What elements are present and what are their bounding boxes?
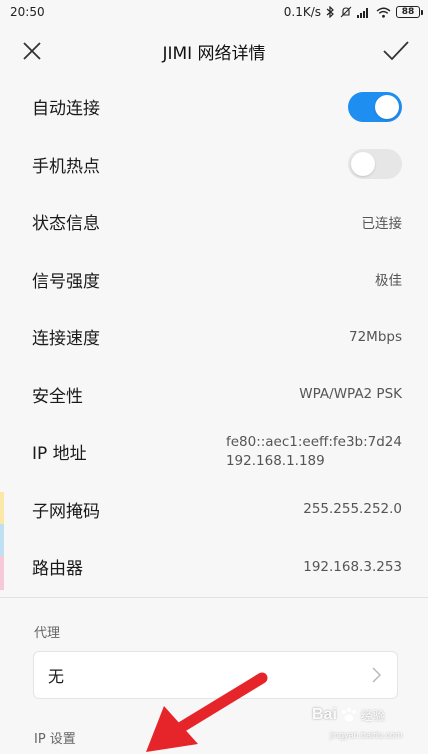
row-security: 安全性 WPA/WPA2 PSK xyxy=(0,366,428,424)
wifi-icon xyxy=(376,7,391,18)
mute-bell-icon xyxy=(340,6,352,18)
link-speed-value: 72Mbps xyxy=(349,328,402,345)
toggle-knob xyxy=(375,94,399,119)
row-label: 信号强度 xyxy=(32,271,100,292)
row-auto-connect[interactable]: 自动连接 xyxy=(0,78,428,136)
ip-address-value: fe80::aec1:eeff:fe3b:7d24 192.168.1.189 xyxy=(226,433,402,471)
row-label: 连接速度 xyxy=(32,329,100,350)
router-value: 192.168.3.253 xyxy=(303,558,402,575)
row-label: IP 地址 xyxy=(32,444,87,465)
row-label: 安全性 xyxy=(32,386,83,407)
network-speed: 0.1K/s xyxy=(283,5,321,19)
section-divider xyxy=(0,597,428,598)
proxy-section-label: 代理 xyxy=(34,626,61,641)
row-hotspot[interactable]: 手机热点 xyxy=(0,136,428,194)
row-label: 状态信息 xyxy=(32,214,100,235)
row-label: 子网掩码 xyxy=(32,501,100,522)
baidu-watermark: Bai 经验 xyxy=(312,706,385,724)
checkmark-icon xyxy=(383,41,409,61)
edge-stripe-yellow xyxy=(0,492,4,524)
row-label: 自动连接 xyxy=(32,99,100,120)
ip-settings-section-label: IP 设置 xyxy=(34,732,76,747)
red-arrow-annotation xyxy=(146,672,268,752)
close-icon xyxy=(23,42,41,60)
row-signal-strength: 信号强度 极佳 xyxy=(0,251,428,309)
status-bar: 20:50 0.1K/s 88 xyxy=(0,0,428,24)
watermark-sub: 经验 xyxy=(360,708,385,723)
close-button[interactable] xyxy=(0,24,64,78)
signal-strength-value: 极佳 xyxy=(375,273,402,290)
proxy-value: 无 xyxy=(48,667,65,686)
watermark-brand: Bai xyxy=(312,706,337,723)
row-label: 路由器 xyxy=(32,559,83,580)
security-value: WPA/WPA2 PSK xyxy=(299,386,402,403)
paw-icon xyxy=(341,708,356,722)
row-subnet-mask: 子网掩码 255.255.252.0 xyxy=(0,481,428,539)
page-title: JIMI 网络详情 xyxy=(162,43,266,64)
network-details-list: 自动连接 手机热点 状态信息 已连接 信号强度 极佳 连接速度 72Mbps 安… xyxy=(0,78,428,596)
subnet-mask-value: 255.255.252.0 xyxy=(303,501,402,518)
chevron-right-icon xyxy=(372,667,381,683)
row-link-speed: 连接速度 72Mbps xyxy=(0,308,428,366)
header: JIMI 网络详情 xyxy=(0,24,428,78)
ipv6-address: fe80::aec1:eeff:fe3b:7d24 xyxy=(225,433,402,450)
battery-icon: 88 xyxy=(396,6,423,18)
toggle-knob xyxy=(351,152,375,177)
edge-stripe-blue xyxy=(0,524,4,556)
bluetooth-icon xyxy=(326,6,334,18)
status-icons: 0.1K/s 88 xyxy=(283,5,423,19)
ipv4-address: 192.168.1.189 xyxy=(225,452,325,469)
signal-icon xyxy=(357,7,368,18)
hotspot-toggle[interactable] xyxy=(348,149,402,180)
auto-connect-toggle[interactable] xyxy=(348,91,402,122)
row-label: 手机热点 xyxy=(32,156,100,177)
edge-stripe-pink xyxy=(0,556,4,590)
confirm-button[interactable] xyxy=(364,24,428,78)
row-ip-address: IP 地址 fe80::aec1:eeff:fe3b:7d24 192.168.… xyxy=(0,423,428,481)
row-status: 状态信息 已连接 xyxy=(0,193,428,251)
row-router: 路由器 192.168.3.253 xyxy=(0,538,428,596)
status-value: 已连接 xyxy=(361,215,403,232)
watermark-url: jingyan.baidu.com xyxy=(330,730,403,740)
status-time: 20:50 xyxy=(10,5,45,19)
